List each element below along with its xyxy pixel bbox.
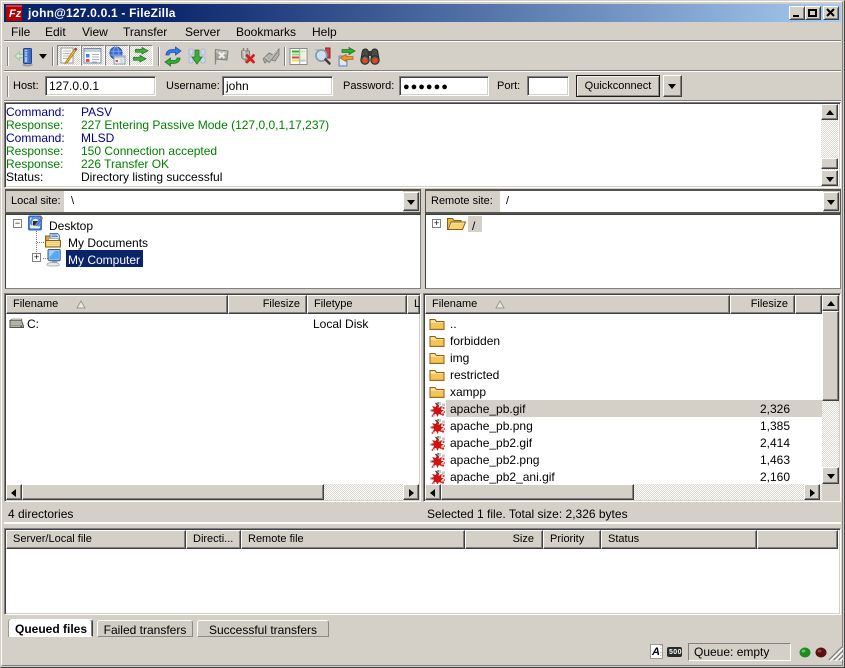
svg-text:Fz: Fz — [9, 8, 22, 20]
